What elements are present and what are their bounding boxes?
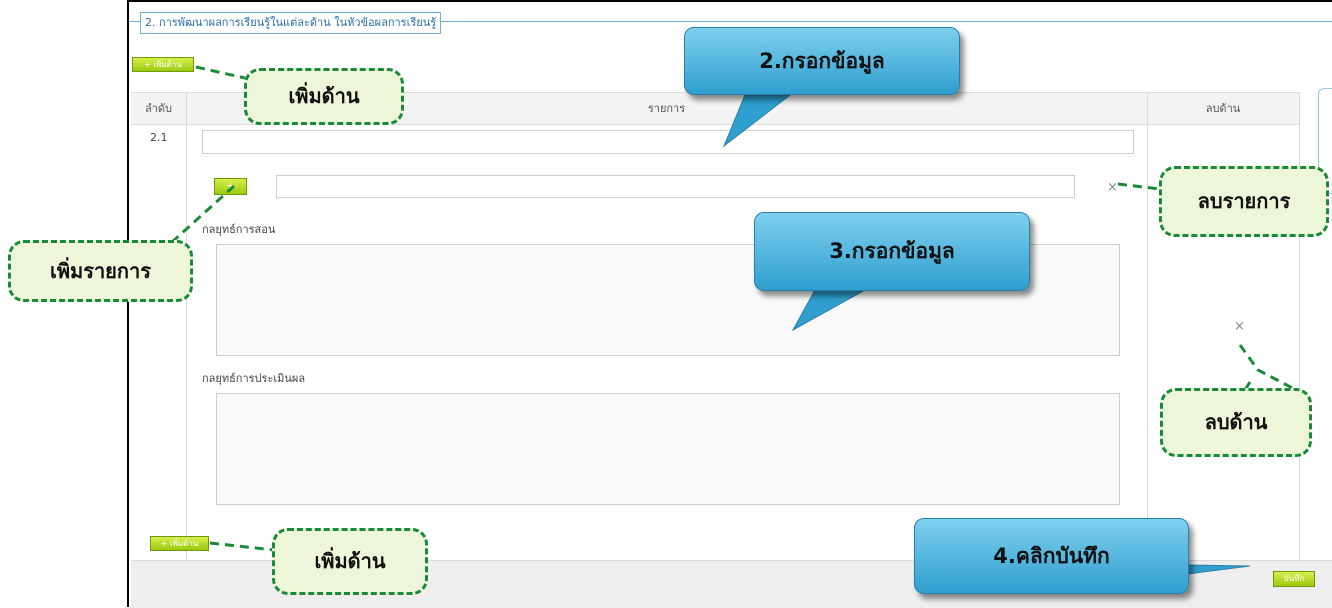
callout-remove-item: ลบรายการ <box>1159 166 1329 237</box>
callout-add-item: เพิ่มรายการ <box>8 240 193 302</box>
step2-bubble: 2.กรอกข้อมูล <box>684 27 960 95</box>
annotation-overlay <box>148 65 1301 581</box>
callout-add-side-top: เพิ่มด้าน <box>244 68 404 125</box>
step4-bubble: 4.คลิกบันทึก <box>914 518 1189 594</box>
step3-bubble: 3.กรอกข้อมูล <box>754 212 1030 291</box>
callout-add-side-bottom: เพิ่มด้าน <box>272 528 428 595</box>
callout-remove-side: ลบด้าน <box>1160 388 1312 457</box>
